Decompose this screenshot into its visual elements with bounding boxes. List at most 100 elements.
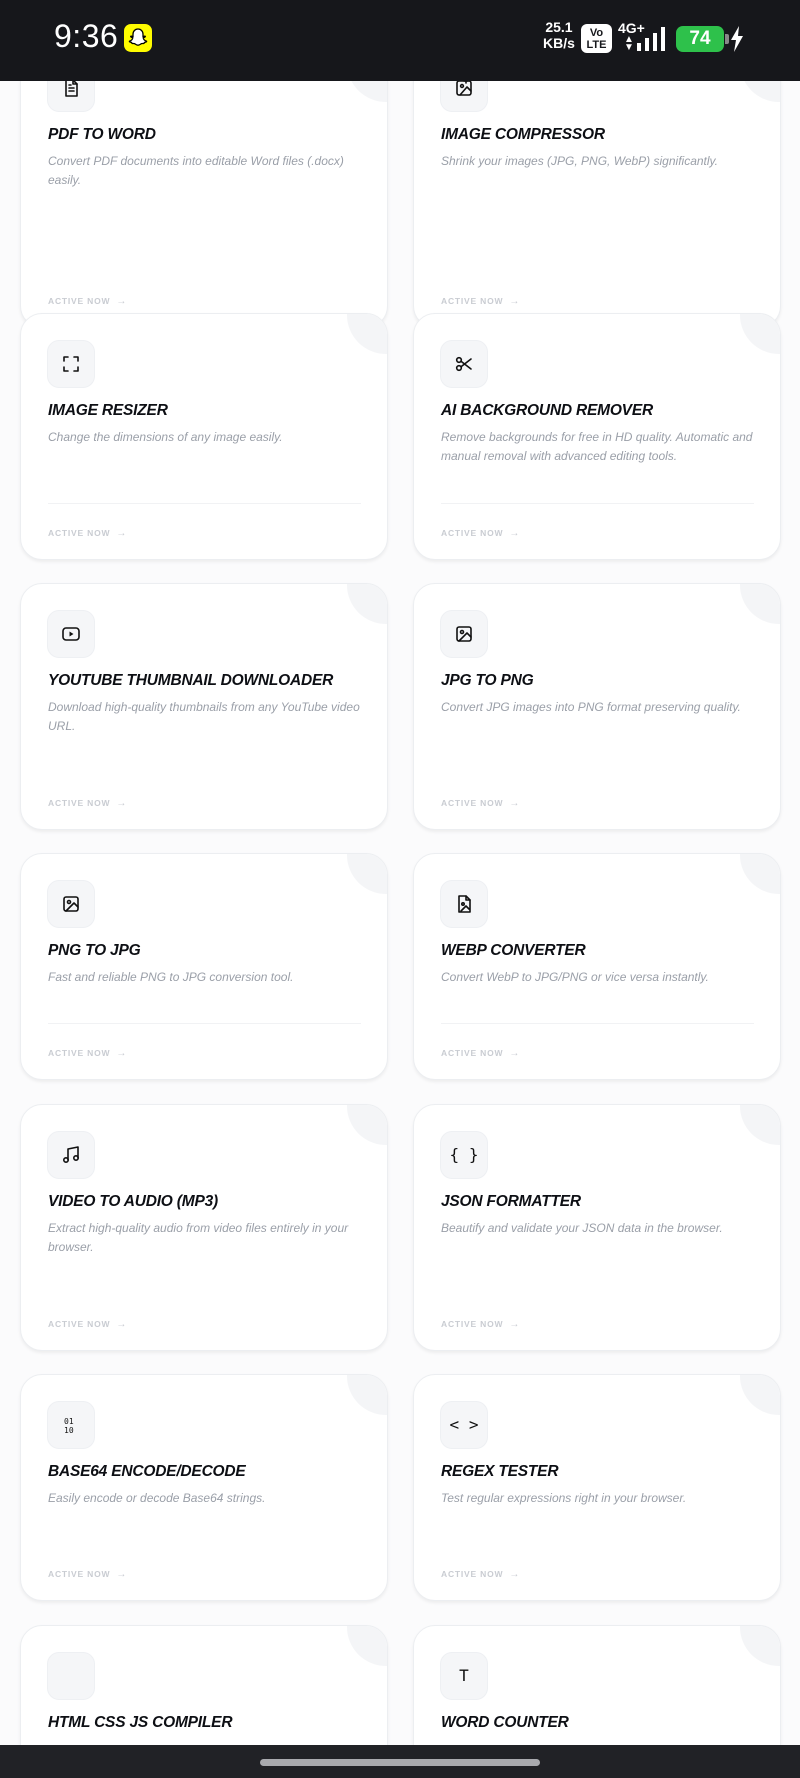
active-now-link[interactable]: ACTIVE NOW →	[48, 296, 127, 307]
tool-card[interactable]: 01 10 BASE64 ENCODE/DECODE Easily encode or…	[20, 1374, 388, 1601]
tools-grid: PDF TO WORD Convert PDF documents into ed…	[0, 81, 800, 1745]
tool-title: YOUTUBE THUMBNAIL DOWNLOADER	[48, 672, 334, 689]
active-now-link[interactable]: ACTIVE NOW →	[441, 528, 520, 539]
card-divider	[441, 1023, 754, 1024]
card-corner-decoration	[740, 1375, 780, 1415]
tool-card[interactable]: VIDEO TO AUDIO (MP3) Extract high-quality…	[20, 1104, 388, 1351]
text-icon: T	[440, 1652, 488, 1700]
tool-title: VIDEO TO AUDIO (MP3)	[48, 1193, 218, 1210]
active-now-link[interactable]: ACTIVE NOW →	[441, 296, 520, 307]
network-speed: 25.1 KB/s	[543, 19, 575, 51]
tool-card[interactable]: IMAGE COMPRESSOR Shrink your images (JPG,…	[413, 81, 781, 328]
active-now-link[interactable]: ACTIVE NOW →	[48, 1048, 127, 1059]
tool-title: PNG TO JPG	[48, 942, 141, 959]
active-now-link[interactable]: ACTIVE NOW →	[48, 1569, 127, 1580]
svg-text:10: 10	[64, 1426, 74, 1435]
battery-indicator: 74	[676, 26, 729, 52]
youtube-icon	[47, 610, 95, 658]
tool-card[interactable]: PNG TO JPG Fast and reliable PNG to JPG c…	[20, 853, 388, 1080]
arrow-right-icon: →	[116, 1048, 128, 1059]
active-now-link[interactable]: ACTIVE NOW →	[441, 798, 520, 809]
tool-card[interactable]: IMAGE RESIZER Change the dimensions of an…	[20, 313, 388, 560]
navigation-bar	[0, 1745, 800, 1778]
charging-bolt-icon	[731, 26, 743, 52]
tool-description: Easily encode or decode Base64 strings.	[48, 1491, 266, 1505]
tool-title: IMAGE RESIZER	[48, 402, 168, 419]
active-now-link[interactable]: ACTIVE NOW →	[441, 1319, 520, 1330]
volte-icon: Vo LTE	[581, 24, 612, 53]
file-image-icon	[440, 880, 488, 928]
tool-description: Download high-quality thumbnails from an…	[48, 700, 360, 733]
blank-icon	[47, 1652, 95, 1700]
arrow-right-icon: →	[509, 296, 521, 307]
tool-title: AI BACKGROUND REMOVER	[441, 402, 653, 419]
card-corner-decoration	[347, 1105, 387, 1145]
active-now-link[interactable]: ACTIVE NOW →	[48, 528, 127, 539]
tool-card[interactable]: WEBP CONVERTER Convert WebP to JPG/PNG or…	[413, 853, 781, 1080]
binary-icon: 01 10	[47, 1401, 95, 1449]
arrow-right-icon: →	[116, 1319, 128, 1330]
card-corner-decoration	[347, 81, 387, 102]
tool-description: Test regular expressions right in your b…	[441, 1491, 687, 1505]
active-now-link[interactable]: ACTIVE NOW →	[441, 1048, 520, 1059]
tool-title: PDF TO WORD	[48, 126, 156, 143]
arrow-right-icon: →	[116, 296, 128, 307]
code-icon: < >	[440, 1401, 488, 1449]
tool-title: JSON FORMATTER	[441, 1193, 581, 1210]
card-corner-decoration	[347, 1375, 387, 1415]
card-corner-decoration	[347, 1626, 387, 1666]
tool-description: Convert PDF documents into editable Word…	[48, 154, 344, 187]
tool-description: Change the dimensions of any image easil…	[48, 430, 283, 444]
active-now-link[interactable]: ACTIVE NOW →	[48, 798, 127, 809]
active-now-link[interactable]: ACTIVE NOW →	[48, 1319, 127, 1330]
image-icon	[47, 880, 95, 928]
image-compress-icon	[440, 81, 488, 112]
card-corner-decoration	[740, 1626, 780, 1666]
tool-title: WEBP CONVERTER	[441, 942, 586, 959]
tool-card[interactable]: AI BACKGROUND REMOVER Remove backgrounds …	[413, 313, 781, 560]
braces-icon: { }	[440, 1131, 488, 1179]
image-icon	[440, 610, 488, 658]
tool-card[interactable]: T WORD COUNTER	[413, 1625, 781, 1745]
home-indicator[interactable]	[260, 1759, 540, 1766]
tool-card[interactable]: { } JSON FORMATTER Beautify and validate y…	[413, 1104, 781, 1351]
card-divider	[441, 503, 754, 504]
card-corner-decoration	[740, 1105, 780, 1145]
tool-card[interactable]: PDF TO WORD Convert PDF documents into ed…	[20, 81, 388, 328]
tool-description: Fast and reliable PNG to JPG conversion …	[48, 970, 294, 984]
arrow-right-icon: →	[116, 1569, 128, 1580]
tool-title: JPG TO PNG	[441, 672, 534, 689]
data-arrows-icon: ▲ ▼	[624, 34, 634, 53]
card-corner-decoration	[740, 584, 780, 624]
arrow-right-icon: →	[116, 798, 128, 809]
card-divider	[48, 503, 361, 504]
status-bar: 9:36 25.1 KB/s Vo LTE 4G+ ▲ ▼ 74	[0, 0, 800, 81]
tool-card[interactable]: YOUTUBE THUMBNAIL DOWNLOADER Download hig…	[20, 583, 388, 830]
card-corner-decoration	[347, 314, 387, 354]
svg-text:01: 01	[64, 1417, 74, 1426]
arrow-right-icon: →	[509, 1319, 521, 1330]
card-divider	[48, 1023, 361, 1024]
tool-description: Convert JPG images into PNG format prese…	[441, 700, 741, 714]
tool-card[interactable]: HTML CSS JS COMPILER	[20, 1625, 388, 1745]
card-corner-decoration	[740, 81, 780, 102]
tool-description: Beautify and validate your JSON data in …	[441, 1221, 723, 1235]
tool-card[interactable]: < > REGEX TESTER Test regular expressions …	[413, 1374, 781, 1601]
card-corner-decoration	[740, 854, 780, 894]
file-text-icon	[47, 81, 95, 112]
card-corner-decoration	[740, 314, 780, 354]
card-corner-decoration	[347, 584, 387, 624]
active-now-link[interactable]: ACTIVE NOW →	[441, 1569, 520, 1580]
tool-title: HTML CSS JS COMPILER	[48, 1714, 233, 1731]
arrow-right-icon: →	[116, 528, 128, 539]
tool-title: IMAGE COMPRESSOR	[441, 126, 605, 143]
tool-description: Remove backgrounds for free in HD qualit…	[441, 430, 753, 463]
tool-title: WORD COUNTER	[441, 1714, 569, 1731]
status-time: 9:36	[54, 18, 119, 54]
arrow-right-icon: →	[509, 1048, 521, 1059]
arrow-right-icon: →	[509, 1569, 521, 1580]
tool-description: Shrink your images (JPG, PNG, WebP) sign…	[441, 154, 718, 168]
tool-card[interactable]: JPG TO PNG Convert JPG images into PNG fo…	[413, 583, 781, 830]
tool-description: Extract high-quality audio from video fi…	[48, 1221, 349, 1254]
signal-strength-icon	[637, 27, 665, 51]
